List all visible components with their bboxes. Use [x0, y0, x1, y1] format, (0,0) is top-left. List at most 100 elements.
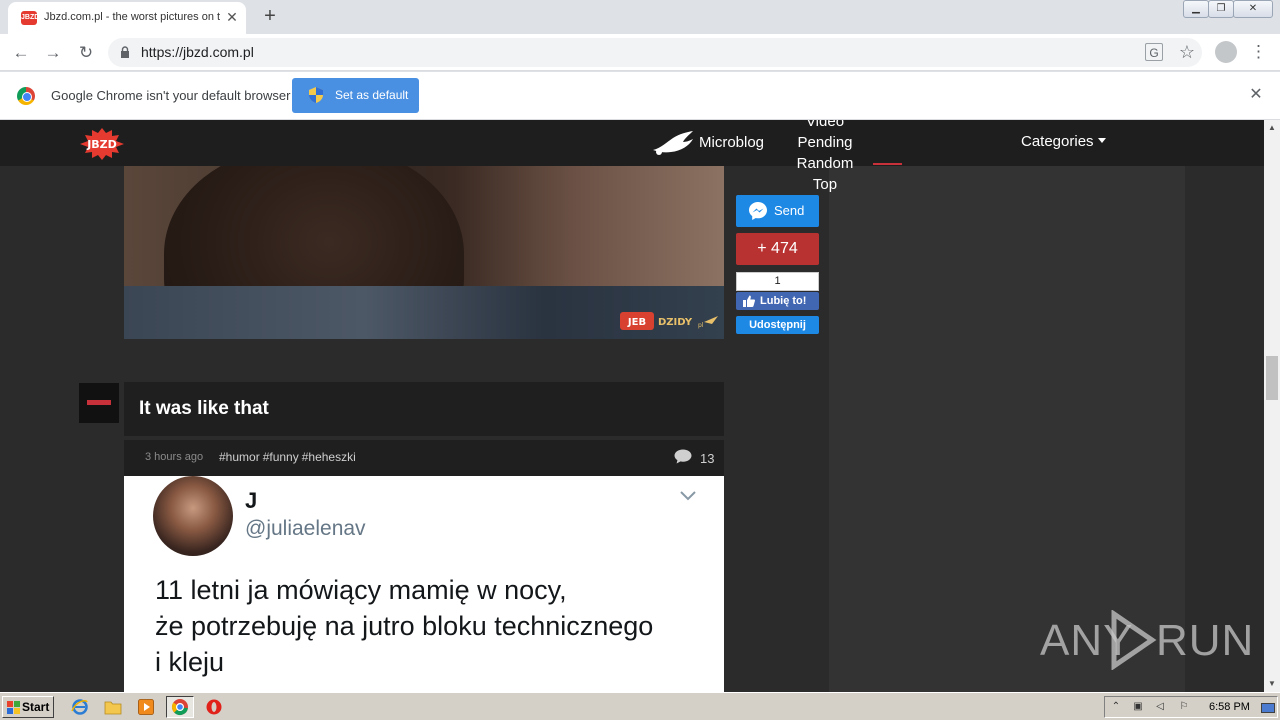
- caret-down-icon: [1097, 138, 1106, 143]
- tweet-author-handle: @juliaelenav: [245, 517, 366, 540]
- play-icon: [1111, 610, 1157, 670]
- post-meta-bar: 3 hours ago #humor #funny #heheszki 13: [124, 440, 724, 476]
- post-title[interactable]: It was like that: [139, 398, 269, 420]
- show-desktop-icon[interactable]: [1261, 703, 1275, 713]
- tag-link[interactable]: #heheszki: [302, 450, 356, 464]
- translate-icon[interactable]: G: [1145, 43, 1163, 61]
- like-label: Lubię to!: [760, 295, 807, 307]
- media-player-icon[interactable]: [137, 698, 155, 716]
- file-explorer-icon[interactable]: [104, 698, 122, 716]
- chevron-down-icon: [680, 491, 696, 501]
- browser-tab[interactable]: JBZD Jbzd.com.pl - the worst pictures on…: [8, 2, 246, 34]
- taskbar-chrome-button[interactable]: [166, 696, 194, 718]
- set-as-default-label: Set as default: [335, 88, 409, 102]
- tag-link[interactable]: #humor: [219, 450, 260, 464]
- avatar-logo-mark: [87, 400, 111, 405]
- anyrun-run-text: RUN: [1156, 616, 1255, 665]
- windows-flag-icon: [7, 701, 20, 714]
- nav-categories-dropdown[interactable]: Categories: [1021, 133, 1106, 150]
- tray-expand-icon[interactable]: ⌃: [1109, 700, 1123, 714]
- like-count: 1: [736, 272, 819, 291]
- browser-tab-strip: JBZD Jbzd.com.pl - the worst pictures on…: [0, 0, 1280, 34]
- new-tab-button[interactable]: +: [258, 4, 282, 28]
- windows-taskbar: Start ⌃ ▣ ◁ ⚐ 6:58 PM: [0, 692, 1280, 720]
- volume-icon[interactable]: ◁: [1153, 700, 1167, 714]
- minimize-button[interactable]: ▁: [1183, 0, 1209, 18]
- post-timestamp: 3 hours ago: [145, 451, 204, 463]
- post-tags: #humor #funny #heheszki: [219, 450, 359, 464]
- facebook-like-widget: 1 Lubię to!: [736, 272, 819, 310]
- facebook-share-button[interactable]: Udostępnij: [736, 316, 819, 334]
- nav-top-link[interactable]: Top: [786, 176, 864, 193]
- scrollbar-thumb[interactable]: [1266, 356, 1278, 400]
- microblog-bird-icon: [653, 131, 693, 155]
- bookmark-star-icon[interactable]: ☆: [1176, 41, 1198, 63]
- messenger-icon: [749, 202, 767, 220]
- window-close-button[interactable]: ✕: [1233, 0, 1273, 18]
- set-as-default-button[interactable]: Set as default: [292, 78, 419, 113]
- svg-text:JBZD: JBZD: [86, 138, 117, 151]
- nav-pending-link[interactable]: Pending: [786, 134, 864, 151]
- tweet-text-line: i kleju: [155, 647, 225, 677]
- facebook-like-button[interactable]: Lubię to!: [736, 292, 819, 310]
- page-scrollbar[interactable]: ▲ ▼: [1264, 120, 1280, 692]
- send-label: Send: [774, 203, 805, 218]
- anyrun-watermark: ANY RUN: [1040, 608, 1253, 674]
- tag-link[interactable]: #funny: [263, 450, 299, 464]
- browser-toolbar: ← → ↻ https://jbzd.com.pl G ☆ ⋮: [0, 34, 1280, 71]
- opera-icon[interactable]: [205, 698, 223, 716]
- restore-button[interactable]: ❐: [1208, 0, 1234, 18]
- nav-active-underline: [873, 163, 902, 165]
- profile-avatar-icon[interactable]: [1215, 41, 1237, 63]
- categories-label: Categories: [1021, 133, 1094, 150]
- nav-video-link[interactable]: Video: [786, 120, 864, 130]
- tab-close-icon[interactable]: ✕: [223, 8, 241, 26]
- comment-icon[interactable]: [674, 449, 692, 464]
- chrome-menu-icon[interactable]: ⋮: [1250, 41, 1267, 63]
- messenger-send-button[interactable]: Send: [736, 195, 819, 227]
- tab-title: Jbzd.com.pl - the worst pictures on the …: [44, 11, 220, 23]
- infobar-message: Google Chrome isn't your default browser: [51, 88, 291, 103]
- post-author-avatar[interactable]: [79, 383, 119, 423]
- web-page: JEB DZIDY pl JBZD Microblog Video Pendin…: [0, 120, 1264, 692]
- start-button[interactable]: Start: [2, 696, 54, 718]
- jbzd-favicon-icon: JBZD: [21, 11, 39, 25]
- action-center-flag-icon[interactable]: ⚐: [1177, 700, 1191, 714]
- previous-post-image[interactable]: JEB DZIDY pl: [124, 166, 724, 339]
- uac-shield-icon: [309, 87, 323, 103]
- svg-text:pl: pl: [698, 322, 704, 329]
- system-tray: ⌃ ▣ ◁ ⚐ 6:58 PM: [1104, 696, 1278, 718]
- jebzdzidy-watermark: JEB DZIDY pl: [620, 312, 718, 330]
- post-title-bar: It was like that: [124, 382, 724, 436]
- svg-text:JEB: JEB: [627, 317, 646, 328]
- upvote-button[interactable]: + 474: [736, 233, 819, 265]
- comment-count[interactable]: 13: [700, 451, 714, 466]
- chrome-logo-icon: [17, 87, 35, 105]
- infobar-close-icon[interactable]: ✕: [1246, 85, 1266, 105]
- jbzd-logo[interactable]: JBZD: [79, 128, 125, 160]
- svg-text:DZIDY: DZIDY: [658, 317, 693, 328]
- internet-explorer-icon[interactable]: [71, 698, 89, 716]
- chrome-taskbar-icon: [171, 699, 188, 715]
- post-image-tweet[interactable]: J @juliaelenav 11 letni ja mówiący mamię…: [124, 476, 724, 692]
- taskbar-clock[interactable]: 6:58 PM: [1209, 701, 1250, 713]
- tweet-text-line: 11 letni ja mówiący mamię w nocy,: [155, 575, 567, 605]
- url-text: https://jbzd.com.pl: [141, 44, 254, 60]
- default-browser-infobar: Google Chrome isn't your default browser…: [0, 72, 1280, 120]
- nav-random-link[interactable]: Random: [786, 155, 864, 172]
- tweet-author-name: J: [245, 488, 258, 513]
- thumbs-up-icon: [743, 295, 755, 307]
- scroll-up-arrow-icon[interactable]: ▲: [1264, 120, 1280, 136]
- site-navbar: JBZD Microblog Video Pending Random Cate…: [0, 120, 1264, 172]
- reload-icon[interactable]: ↻: [73, 40, 99, 66]
- back-arrow-icon[interactable]: ←: [8, 40, 34, 66]
- lock-icon: [121, 46, 129, 58]
- scroll-down-arrow-icon[interactable]: ▼: [1264, 676, 1280, 692]
- microblog-label: Microblog: [699, 134, 765, 151]
- address-bar[interactable]: https://jbzd.com.pl G ☆: [108, 38, 1202, 67]
- tweet-author-avatar: [153, 476, 233, 556]
- network-icon[interactable]: ▣: [1131, 700, 1145, 714]
- start-label: Start: [22, 700, 50, 714]
- tweet-text-line: że potrzebuję na jutro bloku techniczneg…: [155, 611, 654, 641]
- forward-arrow-icon[interactable]: →: [40, 40, 66, 66]
